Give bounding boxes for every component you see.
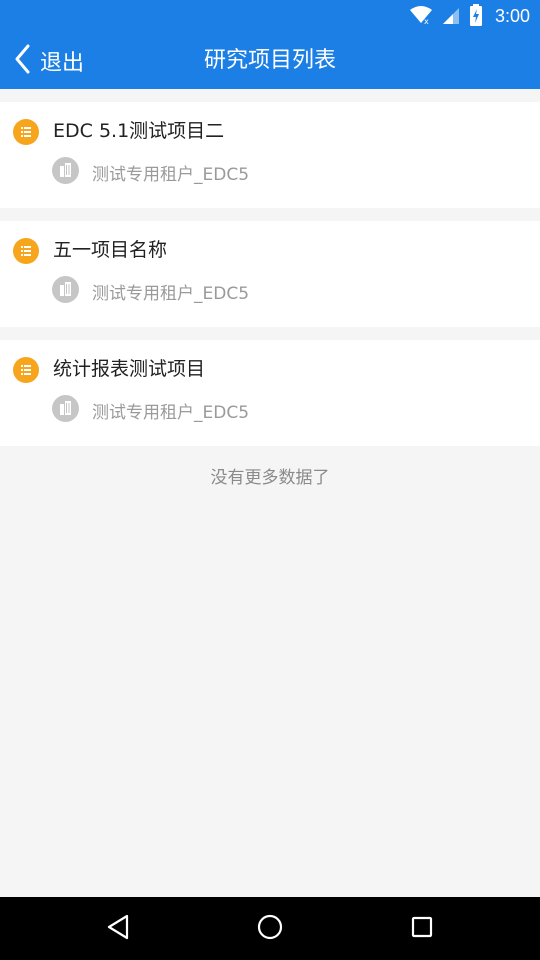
list-icon: [13, 238, 39, 264]
chevron-left-icon: [14, 44, 30, 78]
status-bar: x 3:00: [0, 0, 540, 33]
building-icon: [52, 276, 79, 303]
no-more-data-text: 没有更多数据了: [210, 468, 330, 488]
list-icon: [13, 357, 39, 383]
tenant-label: 测试专用租户_EDC5: [92, 284, 250, 304]
tenant-label: 测试专用租户_EDC5: [92, 403, 250, 423]
back-label: 退出: [40, 51, 85, 76]
battery-charging-icon: [469, 3, 483, 30]
recents-icon: [410, 915, 434, 943]
project-item[interactable]: EDC 5.1测试项目二 测试专用租户_EDC5: [0, 102, 540, 208]
project-title: EDC 5.1测试项目二: [53, 120, 225, 142]
app-bar: 研究项目列表 退出: [0, 33, 540, 89]
back-icon: [106, 914, 130, 944]
back-button[interactable]: 退出: [14, 33, 84, 89]
status-icons: x 3:00: [409, 0, 530, 33]
building-icon: [52, 157, 79, 184]
wifi-icon: x: [409, 5, 433, 29]
nav-back-button[interactable]: [88, 897, 148, 960]
home-icon: [257, 914, 283, 944]
status-time: 3:00: [494, 6, 530, 26]
project-title: 统计报表测试项目: [53, 358, 206, 380]
cell-signal-icon: [441, 5, 461, 29]
svg-text:x: x: [424, 17, 429, 25]
nav-recents-button[interactable]: [392, 897, 452, 960]
project-item[interactable]: 五一项目名称 测试专用租户_EDC5: [0, 221, 540, 327]
nav-home-button[interactable]: [240, 897, 300, 960]
building-icon: [52, 395, 79, 422]
tenant-label: 测试专用租户_EDC5: [92, 165, 250, 185]
list-icon: [13, 119, 39, 145]
project-title: 五一项目名称: [53, 239, 168, 261]
project-item[interactable]: 统计报表测试项目 测试专用租户_EDC5: [0, 340, 540, 446]
system-nav-bar: [0, 897, 540, 960]
project-list: EDC 5.1测试项目二 测试专用租户_EDC5 五一项目名称 测试专用租户_E…: [0, 102, 540, 459]
